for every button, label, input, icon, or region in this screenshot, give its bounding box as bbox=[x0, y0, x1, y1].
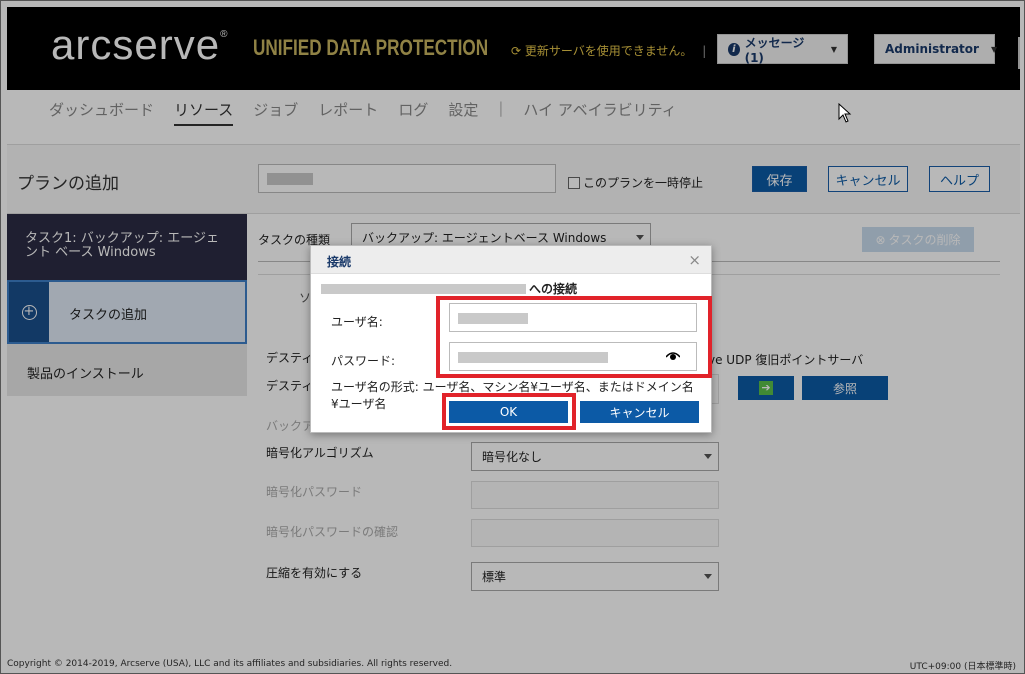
highlight-ok-button bbox=[442, 393, 576, 430]
close-icon[interactable]: × bbox=[688, 251, 701, 269]
password-label: パスワード: bbox=[331, 354, 396, 368]
redacted-text bbox=[321, 283, 526, 294]
mouse-cursor-icon bbox=[838, 103, 852, 123]
highlight-credentials bbox=[436, 296, 712, 378]
app-window: arcserve® UNIFIED DATA PROTECTION ⟳ 更新サー… bbox=[0, 0, 1025, 674]
connection-target: への接続 bbox=[321, 280, 577, 297]
username-label: ユーザ名: bbox=[331, 315, 383, 329]
dialog-cancel-button[interactable]: キャンセル bbox=[580, 401, 699, 423]
dialog-title: 接続 bbox=[327, 255, 352, 269]
dialog-header: 接続 × bbox=[311, 246, 711, 274]
